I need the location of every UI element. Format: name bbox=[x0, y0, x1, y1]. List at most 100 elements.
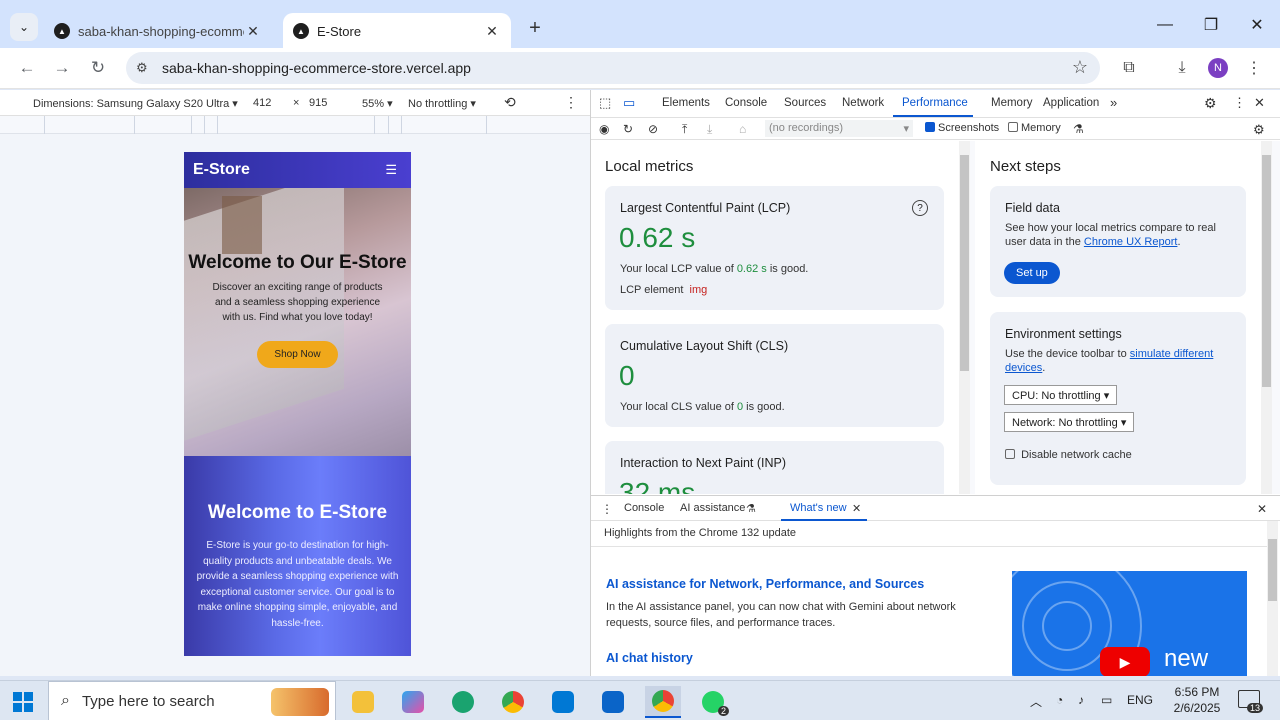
rotate-icon[interactable]: ⟲ bbox=[504, 94, 516, 111]
throttling-select[interactable]: No throttling ▾ bbox=[408, 97, 476, 110]
device-more-icon[interactable]: ⋮ bbox=[564, 94, 578, 111]
field-data-title: Field data bbox=[1005, 201, 1060, 215]
height-input[interactable]: 915 bbox=[309, 97, 327, 109]
ai-chat-history-link[interactable]: AI chat history bbox=[606, 651, 693, 665]
microsoft-store-icon[interactable] bbox=[545, 686, 581, 718]
tab-sources[interactable]: Sources bbox=[784, 97, 826, 109]
recordings-select[interactable]: (no recordings) ▾ bbox=[765, 120, 913, 137]
store-logo[interactable]: E-Store bbox=[193, 161, 250, 179]
tab-strip: ⌄ ▲ saba-khan-shopping-ecommerce-store ✕… bbox=[0, 0, 1280, 49]
drawer-tab-ai-assistance[interactable]: AI assistance bbox=[680, 502, 745, 514]
tab-performance[interactable]: Performance bbox=[902, 97, 968, 109]
network-icon[interactable]: ◔ bbox=[1056, 693, 1063, 707]
close-devtools-icon[interactable]: ✕ bbox=[1254, 95, 1265, 111]
close-tab-icon[interactable]: ✕ bbox=[483, 23, 501, 40]
disable-cache-row[interactable]: Disable network cache bbox=[1005, 448, 1225, 462]
media-query-ruler[interactable] bbox=[0, 116, 590, 134]
minimize-icon[interactable]: — bbox=[1142, 5, 1188, 45]
edge-icon[interactable] bbox=[445, 686, 481, 718]
address-bar[interactable]: ⚙ saba-khan-shopping-ecommerce-store.ver… bbox=[126, 52, 1100, 84]
windows-taskbar: ⌕ Type here to search 2 ︿ ◔ ♪ ▭ ENG 6:56… bbox=[0, 680, 1280, 720]
upload-icon[interactable]: ⤒ bbox=[682, 122, 687, 137]
close-drawer-icon[interactable]: ✕ bbox=[1257, 502, 1267, 516]
ai-assistance-heading-link[interactable]: AI assistance for Network, Performance, … bbox=[606, 577, 924, 591]
file-explorer-icon[interactable] bbox=[345, 686, 381, 718]
profile-avatar[interactable]: N bbox=[1208, 58, 1228, 78]
settings-gear-icon[interactable]: ⚙ bbox=[1204, 95, 1217, 112]
clear-icon[interactable]: ⊘ bbox=[648, 122, 658, 136]
reload-record-icon[interactable]: ↻ bbox=[623, 122, 633, 136]
download-profile-icon[interactable]: ⤓ bbox=[707, 122, 712, 137]
more-menu-icon[interactable]: ⋮ bbox=[1242, 56, 1266, 80]
copilot-icon[interactable] bbox=[395, 686, 431, 718]
taskbar-search[interactable]: ⌕ Type here to search bbox=[48, 681, 336, 720]
screenshots-checkbox[interactable]: Screenshots bbox=[925, 122, 999, 134]
whats-new-video-thumbnail[interactable]: ▶ new bbox=[1012, 571, 1247, 676]
devtools-menu-icon[interactable]: ⋮ bbox=[1233, 95, 1246, 111]
set-up-button[interactable]: Set up bbox=[1004, 262, 1060, 284]
reload-icon[interactable]: ↻ bbox=[86, 56, 110, 80]
tab-console[interactable]: Console bbox=[725, 97, 767, 109]
network-throttling-select[interactable]: Network: No throttling ▾ bbox=[1004, 412, 1135, 432]
site-info-icon[interactable]: ⚙ bbox=[136, 60, 158, 76]
more-tabs-icon[interactable]: » bbox=[1110, 95, 1117, 110]
tab-ecommerce[interactable]: ▲ saba-khan-shopping-ecommerce-store ✕ bbox=[44, 13, 272, 49]
left-scrollbar[interactable] bbox=[959, 141, 970, 494]
drawer-tab-whats-new[interactable]: What's new bbox=[790, 502, 847, 514]
close-window-icon[interactable]: ✕ bbox=[1234, 5, 1280, 45]
width-input[interactable]: 412 bbox=[253, 97, 271, 109]
volume-icon[interactable]: ♪ bbox=[1078, 693, 1084, 707]
tab-elements[interactable]: Elements bbox=[662, 97, 710, 109]
show-hidden-icons-chevron-icon[interactable]: ︿ bbox=[1030, 693, 1042, 710]
help-question-icon[interactable]: ? bbox=[912, 200, 928, 216]
thumbnail-new-text: new bbox=[1164, 645, 1209, 672]
tab-search-chevron-icon[interactable]: ⌄ bbox=[10, 13, 38, 41]
home-icon[interactable]: ⌂ bbox=[739, 122, 746, 136]
chrome-icon[interactable] bbox=[495, 686, 531, 718]
chrome-ux-report-link[interactable]: Chrome UX Report bbox=[1084, 236, 1178, 248]
restore-icon[interactable]: ❐ bbox=[1188, 5, 1234, 45]
close-tab-icon[interactable]: ✕ bbox=[244, 23, 262, 40]
cpu-throttling-select[interactable]: CPU: No throttling ▾ bbox=[1004, 385, 1118, 405]
whatsapp-icon[interactable]: 2 bbox=[695, 686, 731, 718]
windows-start-icon[interactable] bbox=[13, 692, 33, 712]
capture-settings-icon[interactable]: ⚗ bbox=[1073, 122, 1084, 136]
device-select[interactable]: Dimensions: Samsung Galaxy S20 Ultra ▾ bbox=[33, 97, 238, 110]
outlook-icon[interactable] bbox=[595, 686, 631, 718]
memory-label: Memory bbox=[1021, 122, 1061, 134]
new-tab-plus-icon[interactable]: + bbox=[524, 17, 546, 40]
close-whats-new-icon[interactable]: ✕ bbox=[852, 502, 861, 515]
memory-checkbox[interactable]: Memory bbox=[1008, 122, 1061, 134]
tab-memory[interactable]: Memory bbox=[991, 97, 1033, 109]
drawer-menu-icon[interactable]: ⋮ bbox=[601, 502, 613, 516]
right-scrollbar[interactable] bbox=[1261, 141, 1272, 494]
chrome-active-icon[interactable] bbox=[645, 686, 681, 718]
device-viewport: E-Store ☰ Welcome to Our E-Store Discove… bbox=[0, 134, 590, 676]
zoom-select[interactable]: 55% ▾ bbox=[362, 97, 393, 110]
extensions-icon[interactable]: ⧉ bbox=[1117, 56, 1141, 80]
shop-now-button[interactable]: Shop Now bbox=[257, 341, 338, 368]
performance-toolbar: ◉ ↻ ⊘ ⤒ ⤓ ⌂ (no recordings) ▾ Screenshots… bbox=[591, 118, 1280, 140]
forward-arrow-icon[interactable]: → bbox=[50, 56, 74, 80]
tab-application[interactable]: Application bbox=[1043, 97, 1099, 109]
language-indicator[interactable]: ENG bbox=[1127, 693, 1153, 707]
browser-toolbar: ← → ↻ ⚙ saba-khan-shopping-ecommerce-sto… bbox=[0, 48, 1280, 89]
lcp-element-link[interactable]: img bbox=[690, 284, 708, 296]
youtube-play-icon[interactable]: ▶ bbox=[1100, 647, 1150, 676]
performance-settings-gear-icon[interactable]: ⚙ bbox=[1253, 122, 1265, 138]
tab-network[interactable]: Network bbox=[842, 97, 884, 109]
download-icon[interactable]: ⤓ bbox=[1170, 56, 1194, 80]
battery-icon[interactable]: ▭ bbox=[1101, 693, 1112, 707]
whats-new-scrollbar[interactable] bbox=[1267, 521, 1278, 676]
clock-date: 2/6/2025 bbox=[1173, 701, 1221, 715]
system-clock[interactable]: 6:56 PM 2/6/2025 bbox=[1168, 684, 1226, 716]
back-arrow-icon[interactable]: ← bbox=[15, 56, 39, 80]
inspect-element-icon[interactable]: ⬚ bbox=[599, 95, 611, 111]
device-toggle-icon[interactable]: ▭ bbox=[623, 95, 635, 111]
drawer-tab-console[interactable]: Console bbox=[624, 502, 664, 514]
cls-name: Cumulative Layout Shift (CLS) bbox=[620, 339, 789, 353]
bookmark-star-icon[interactable]: ☆ bbox=[1072, 57, 1088, 78]
hamburger-menu-icon[interactable]: ☰ bbox=[385, 162, 397, 178]
tab-estore[interactable]: ▲ E-Store ✕ bbox=[283, 13, 511, 49]
record-icon[interactable]: ◉ bbox=[599, 122, 609, 136]
